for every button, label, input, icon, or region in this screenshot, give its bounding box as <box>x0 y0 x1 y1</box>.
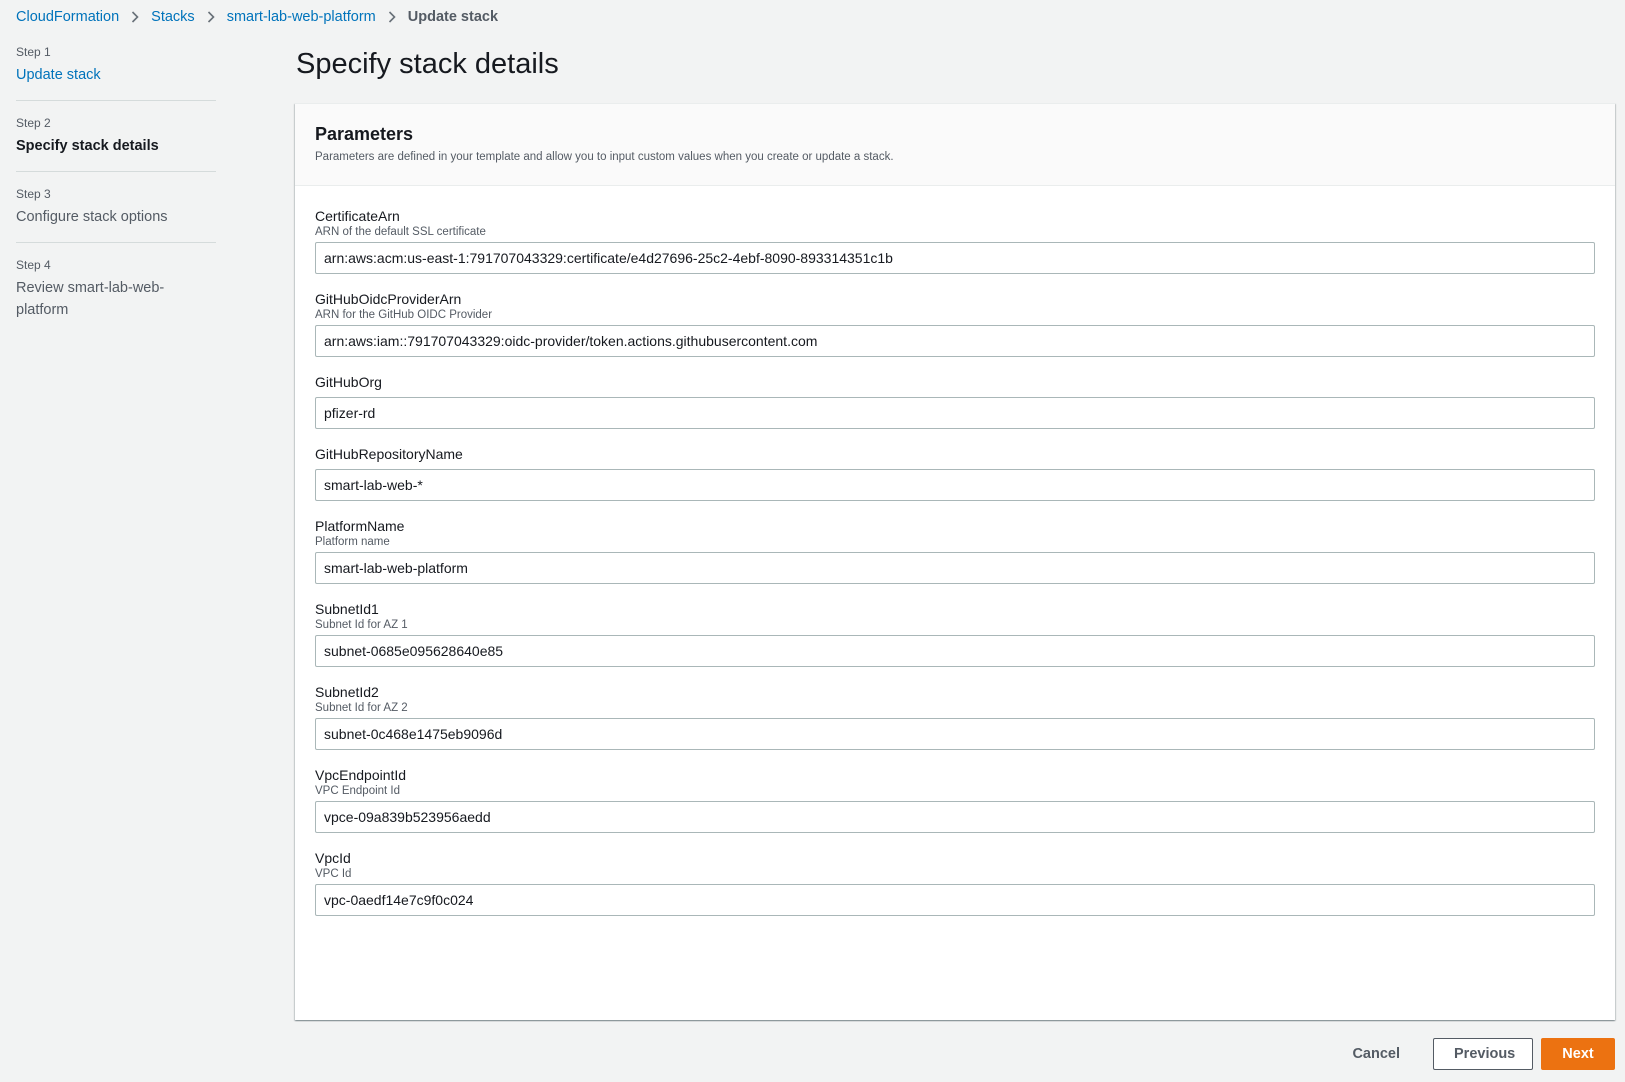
vpc-endpoint-id-input[interactable] <box>315 801 1595 833</box>
platform-name-input[interactable] <box>315 552 1595 584</box>
step-link-update-stack[interactable]: Update stack <box>16 64 216 86</box>
next-button[interactable]: Next <box>1541 1038 1615 1070</box>
wizard-step-3: Step 3 Configure stack options <box>16 186 216 243</box>
field-label: GitHubRepositoryName <box>315 446 463 462</box>
breadcrumb: CloudFormation Stacks smart-lab-web-plat… <box>16 7 498 27</box>
breadcrumb-stack-name[interactable]: smart-lab-web-platform <box>227 9 376 25</box>
page-title: Specify stack details <box>296 48 559 80</box>
step-number: Step 1 <box>16 45 51 59</box>
field-label: PlatformName <box>315 518 405 534</box>
field-label: CertificateArn <box>315 208 400 224</box>
github-org-input[interactable] <box>315 397 1595 429</box>
subnet-id-2-input[interactable] <box>315 718 1595 750</box>
breadcrumb-current: Update stack <box>407 9 499 25</box>
panel-header: Parameters Parameters are defined in you… <box>295 104 1615 186</box>
panel-description: Parameters are defined in your template … <box>315 151 894 163</box>
field-certificate-arn: CertificateArn ARN of the default SSL ce… <box>315 206 1595 274</box>
step-label-review: Review smart-lab-web-platform <box>16 280 165 318</box>
field-label: GitHubOidcProviderArn <box>315 291 462 307</box>
step-number: Step 4 <box>16 258 51 272</box>
field-github-repository-name: GitHubRepositoryName <box>315 444 1595 501</box>
field-hint: ARN of the default SSL certificate <box>315 226 486 238</box>
parameters-panel: Parameters Parameters are defined in you… <box>295 103 1615 1020</box>
field-label: GitHubOrg <box>315 374 382 390</box>
step-label-configure: Configure stack options <box>16 209 168 225</box>
field-vpc-endpoint-id: VpcEndpointId VPC Endpoint Id <box>315 765 1595 833</box>
field-hint: VPC Id <box>315 868 352 880</box>
field-hint: ARN for the GitHub OIDC Provider <box>315 309 493 321</box>
field-hint: VPC Endpoint Id <box>315 785 401 797</box>
cancel-button[interactable]: Cancel <box>1331 1038 1421 1070</box>
panel-body: CertificateArn ARN of the default SSL ce… <box>295 186 1615 916</box>
previous-button[interactable]: Previous <box>1433 1038 1533 1070</box>
breadcrumb-cloudformation[interactable]: CloudFormation <box>16 9 119 25</box>
step-label-current: Specify stack details <box>16 138 159 154</box>
step-number: Step 2 <box>16 116 51 130</box>
chevron-right-icon <box>195 9 227 25</box>
field-label: VpcId <box>315 850 351 866</box>
field-github-org: GitHubOrg <box>315 372 1595 429</box>
github-repository-name-input[interactable] <box>315 469 1595 501</box>
wizard-step-2: Step 2 Specify stack details <box>16 115 216 172</box>
chevron-right-icon <box>119 9 151 25</box>
field-hint: Subnet Id for AZ 1 <box>315 619 408 631</box>
field-subnet-id-2: SubnetId2 Subnet Id for AZ 2 <box>315 682 1595 750</box>
wizard-step-4: Step 4 Review smart-lab-web-platform <box>16 257 216 335</box>
field-label: SubnetId1 <box>315 601 379 617</box>
breadcrumb-stacks[interactable]: Stacks <box>151 9 195 25</box>
wizard-actions: Cancel Previous Next <box>1331 1038 1615 1070</box>
certificate-arn-input[interactable] <box>315 242 1595 274</box>
subnet-id-1-input[interactable] <box>315 635 1595 667</box>
chevron-right-icon <box>376 9 408 25</box>
field-label: VpcEndpointId <box>315 767 407 783</box>
field-platform-name: PlatformName Platform name <box>315 516 1595 584</box>
panel-title: Parameters <box>315 124 414 144</box>
field-subnet-id-1: SubnetId1 Subnet Id for AZ 1 <box>315 599 1595 667</box>
field-github-oidc-provider-arn: GitHubOidcProviderArn ARN for the GitHub… <box>315 289 1595 357</box>
vpc-id-input[interactable] <box>315 884 1595 916</box>
field-label: SubnetId2 <box>315 684 379 700</box>
github-oidc-provider-arn-input[interactable] <box>315 325 1595 357</box>
wizard-steps: Step 1 Update stack Step 2 Specify stack… <box>16 44 216 349</box>
step-number: Step 3 <box>16 187 51 201</box>
field-vpc-id: VpcId VPC Id <box>315 848 1595 916</box>
field-hint: Subnet Id for AZ 2 <box>315 702 408 714</box>
wizard-step-1: Step 1 Update stack <box>16 44 216 101</box>
field-hint: Platform name <box>315 536 390 548</box>
